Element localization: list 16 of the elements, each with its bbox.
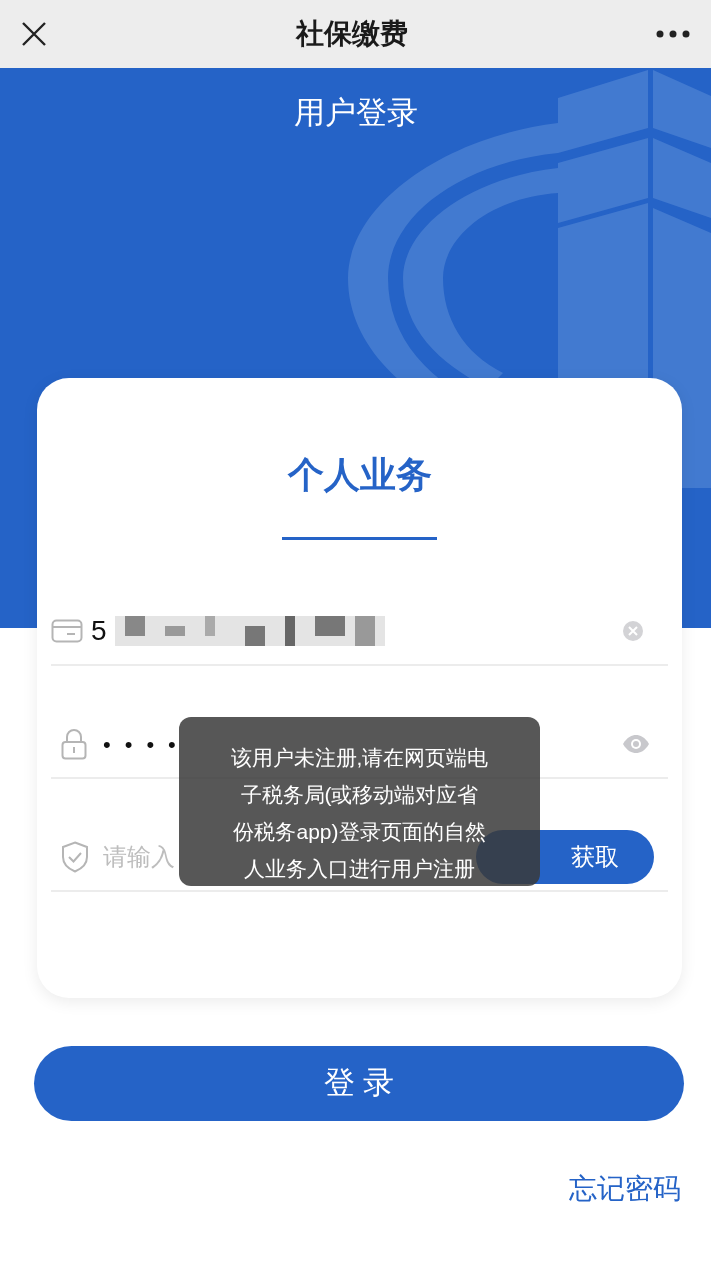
id-number-field[interactable]: 5 xyxy=(51,598,622,664)
close-button[interactable] xyxy=(20,20,48,48)
id-card-icon xyxy=(51,619,83,643)
shield-check-icon xyxy=(61,841,89,873)
lock-icon xyxy=(61,728,87,760)
card-title: 个人业务 xyxy=(287,453,432,497)
error-toast: 该用户未注册,请在网页端电 子税务局(或移动端对应省 份税务app)登录页面的自然 人业务入口进行用户注册 xyxy=(179,717,540,886)
eye-icon xyxy=(622,734,650,754)
login-button[interactable]: 登 录 xyxy=(34,1046,684,1121)
page-title: 社保缴费 xyxy=(295,17,408,51)
clear-icon xyxy=(622,620,644,642)
close-icon xyxy=(21,21,47,47)
more-icon xyxy=(656,30,690,38)
forgot-password-link[interactable]: 忘记密码 xyxy=(569,1168,681,1210)
header-title: 用户登录 xyxy=(293,94,418,132)
field-value: 5 xyxy=(91,614,107,648)
